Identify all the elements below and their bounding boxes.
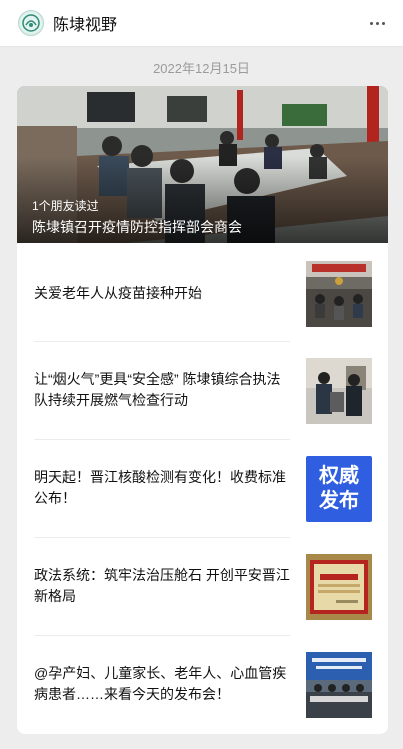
article-item[interactable]: 关爱老年人从疫苗接种开始 — [17, 243, 388, 341]
article-title[interactable]: 让“烟火气”更具“安全感” 陈埭镇综合执法队持续开展燃气检查行动 — [34, 369, 290, 411]
article-thumbnail: 权威 发布 — [306, 456, 372, 522]
hero-article-title[interactable]: 陈埭镇召开疫情防控指挥部会商会 — [32, 217, 242, 237]
article-title[interactable]: 明天起！晋江核酸检测有变化！收费标准公布！ — [34, 467, 290, 509]
article-item[interactable]: 明天起！晋江核酸检测有变化！收费标准公布！ 权威 发布 — [17, 439, 388, 537]
article-item[interactable]: @孕产妇、儿童家长、老年人、心血管疾病患者……来看今天的发布会！ — [17, 635, 388, 733]
account-logo-icon — [20, 12, 42, 34]
article-title[interactable]: 政法系统：筑牢法治压舱石 开创平安晋江新格局 — [34, 565, 290, 607]
read-by-friends: 1个朋友读过 — [32, 199, 99, 213]
article-thumbnail — [306, 261, 372, 327]
account-avatar[interactable] — [18, 10, 44, 36]
article-thumbnail — [306, 652, 372, 718]
article-title[interactable]: 关爱老年人从疫苗接种开始 — [34, 283, 290, 304]
hero-article[interactable]: 1个朋友读过 陈埭镇召开疫情防控指挥部会商会 — [17, 86, 388, 243]
more-dots-icon[interactable] — [367, 13, 387, 33]
article-thumbnail — [306, 554, 372, 620]
article-card: 1个朋友读过 陈埭镇召开疫情防控指挥部会商会 关爱老年人从疫苗接种开始 让“烟火… — [17, 86, 388, 734]
article-thumbnail — [306, 358, 372, 424]
article-item[interactable]: 让“烟火气”更具“安全感” 陈埭镇综合执法队持续开展燃气检查行动 — [17, 341, 388, 439]
message-date: 2022年12月15日 — [153, 61, 250, 76]
top-bar: 陈埭视野 — [0, 0, 403, 47]
article-title[interactable]: @孕产妇、儿童家长、老年人、心血管疾病患者……来看今天的发布会！ — [34, 663, 290, 705]
thumb-text: 权威 — [319, 465, 359, 487]
account-name[interactable]: 陈埭视野 — [53, 11, 117, 35]
article-item[interactable]: 政法系统：筑牢法治压舱石 开创平安晋江新格局 — [17, 537, 388, 635]
thumb-text: 发布 — [319, 490, 359, 512]
